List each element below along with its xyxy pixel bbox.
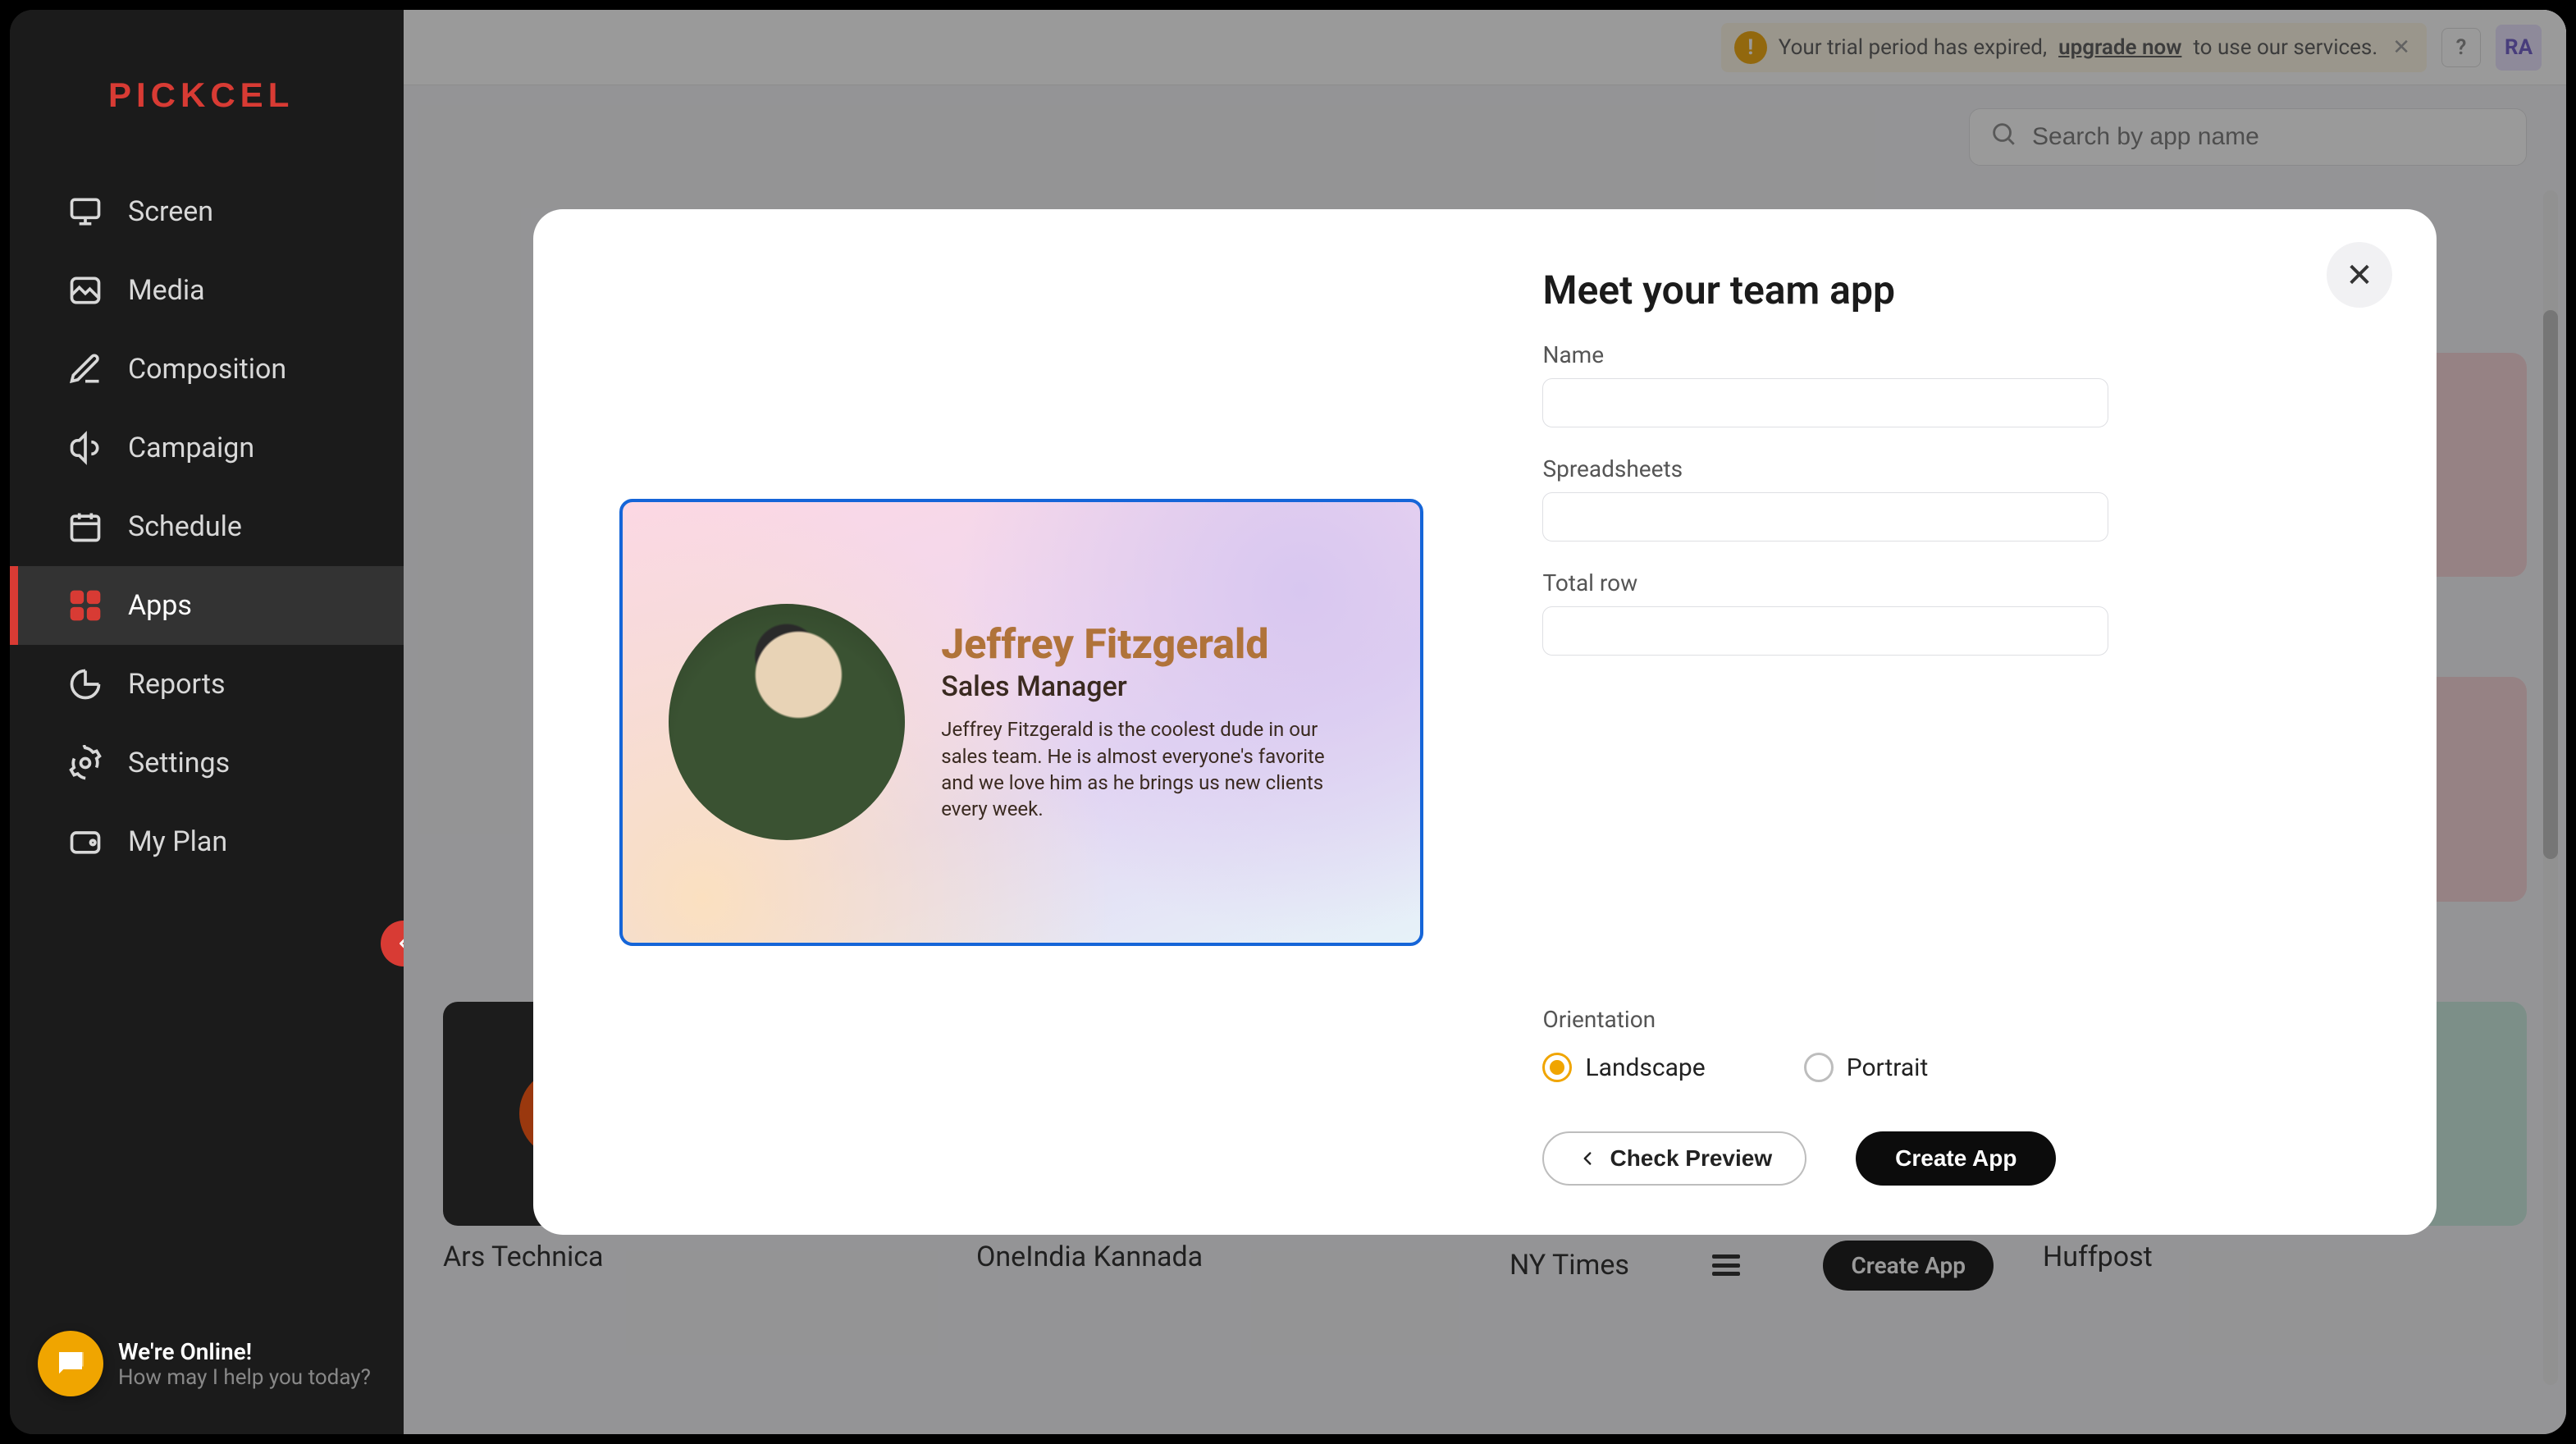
orientation-radio-group: Landscape Portrait bbox=[1542, 1053, 2371, 1082]
modal-preview-pane: Jeffrey Fitzgerald Sales Manager Jeffrey… bbox=[533, 209, 1510, 1235]
sidebar-item-campaign[interactable]: Campaign bbox=[10, 409, 404, 487]
person-role: Sales Manager bbox=[941, 670, 1327, 703]
calendar-icon bbox=[67, 509, 103, 545]
sidebar-item-label: Media bbox=[128, 274, 205, 307]
wallet-icon bbox=[67, 824, 103, 860]
close-modal-button[interactable]: ✕ bbox=[2327, 242, 2392, 308]
total-row-input[interactable] bbox=[1542, 606, 2108, 656]
spreadsheets-input[interactable] bbox=[1542, 492, 2108, 542]
sidebar-item-label: Settings bbox=[128, 747, 230, 779]
sidebar-nav: Screen Media Composition Campaign bbox=[10, 172, 404, 881]
orientation-label: Orientation bbox=[1542, 1006, 2371, 1033]
sidebar-item-apps[interactable]: Apps bbox=[10, 566, 404, 645]
create-app-label: Create App bbox=[1895, 1145, 2016, 1172]
megaphone-icon bbox=[67, 430, 103, 466]
orientation-landscape[interactable]: Landscape bbox=[1542, 1053, 1705, 1082]
radio-icon bbox=[1542, 1053, 1572, 1082]
modal-overlay: Jeffrey Fitzgerald Sales Manager Jeffrey… bbox=[404, 10, 2566, 1434]
check-preview-button[interactable]: Check Preview bbox=[1542, 1131, 1806, 1186]
sidebar-item-reports[interactable]: Reports bbox=[10, 645, 404, 724]
field-name: Name bbox=[1542, 341, 2371, 427]
modal-title: Meet your team app bbox=[1542, 267, 2371, 313]
person-name: Jeffrey Fitzgerald bbox=[941, 621, 1327, 669]
sidebar: PICKCEL Screen Media Composition bbox=[10, 10, 404, 1434]
sidebar-item-label: Reports bbox=[128, 668, 226, 701]
orientation-portrait[interactable]: Portrait bbox=[1804, 1053, 1929, 1082]
name-label: Name bbox=[1542, 341, 2371, 368]
monitor-icon bbox=[67, 194, 103, 230]
meet-your-team-modal: Jeffrey Fitzgerald Sales Manager Jeffrey… bbox=[533, 209, 2437, 1235]
field-spreadsheets: Spreadsheets bbox=[1542, 455, 2371, 542]
sidebar-item-settings[interactable]: Settings bbox=[10, 724, 404, 802]
name-input[interactable] bbox=[1542, 378, 2108, 427]
sidebar-item-label: Screen bbox=[128, 195, 213, 228]
arrow-left-icon bbox=[1577, 1148, 1598, 1169]
spreadsheets-label: Spreadsheets bbox=[1542, 455, 2371, 482]
sidebar-item-composition[interactable]: Composition bbox=[10, 330, 404, 409]
gear-icon bbox=[67, 745, 103, 781]
create-app-button[interactable]: Create App bbox=[1856, 1131, 2056, 1186]
chat-text: We're Online! How may I help you today? bbox=[118, 1338, 371, 1390]
edit-icon bbox=[67, 351, 103, 387]
radio-label: Portrait bbox=[1847, 1053, 1929, 1082]
live-chat-widget[interactable]: We're Online! How may I help you today? bbox=[38, 1331, 371, 1396]
sidebar-item-media[interactable]: Media bbox=[10, 251, 404, 330]
apps-grid-icon bbox=[67, 587, 103, 624]
chat-status: We're Online! bbox=[118, 1338, 371, 1365]
modal-actions: Check Preview Create App bbox=[1542, 1131, 2371, 1186]
chat-prompt: How may I help you today? bbox=[118, 1365, 371, 1390]
team-member-preview: Jeffrey Fitzgerald Sales Manager Jeffrey… bbox=[619, 499, 1423, 946]
check-preview-label: Check Preview bbox=[1610, 1145, 1772, 1172]
radio-icon bbox=[1804, 1053, 1834, 1082]
image-icon bbox=[67, 272, 103, 308]
sidebar-item-label: Composition bbox=[128, 353, 286, 386]
sidebar-item-schedule[interactable]: Schedule bbox=[10, 487, 404, 566]
sidebar-item-label: Apps bbox=[128, 589, 192, 622]
chat-icon bbox=[38, 1331, 103, 1396]
main-area: ! Your trial period has expired, upgrade… bbox=[404, 10, 2566, 1434]
avatar bbox=[669, 604, 905, 840]
radio-label: Landscape bbox=[1585, 1053, 1705, 1082]
sidebar-item-my-plan[interactable]: My Plan bbox=[10, 802, 404, 881]
total-row-label: Total row bbox=[1542, 569, 2371, 596]
brand-logo: PICKCEL bbox=[10, 43, 404, 172]
sidebar-item-label: My Plan bbox=[128, 825, 227, 858]
preview-text: Jeffrey Fitzgerald Sales Manager Jeffrey… bbox=[941, 621, 1327, 823]
sidebar-item-label: Schedule bbox=[128, 510, 242, 543]
sidebar-item-screen[interactable]: Screen bbox=[10, 172, 404, 251]
field-total-row: Total row bbox=[1542, 569, 2371, 656]
sidebar-item-label: Campaign bbox=[128, 432, 254, 464]
person-description: Jeffrey Fitzgerald is the coolest dude i… bbox=[941, 716, 1327, 823]
modal-form-pane: Meet your team app ✕ Name Spreadsheets T… bbox=[1510, 209, 2437, 1235]
pie-chart-icon bbox=[67, 666, 103, 702]
